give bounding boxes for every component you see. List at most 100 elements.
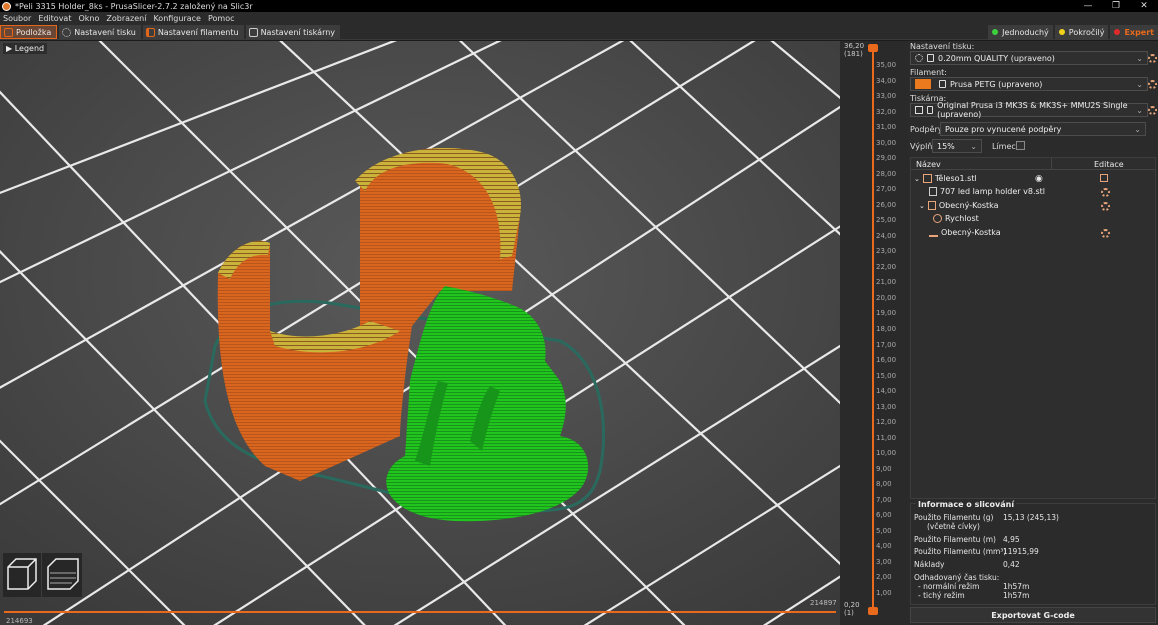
menu-window[interactable]: Okno <box>78 14 99 23</box>
layer-slider-track[interactable] <box>872 49 874 613</box>
object-list: Název Editace ⌄ Těleso1.stl ◉ 707 led la… <box>910 157 1156 499</box>
preview-viewport[interactable]: ▶ Legend <box>0 41 840 625</box>
chevron-down-icon: ⌄ <box>1136 105 1143 115</box>
print-settings-combo[interactable]: 0.20mm QUALITY (upraveno) ⌄ <box>910 51 1148 65</box>
brim-checkbox[interactable] <box>1016 141 1025 150</box>
layer-tick-label: 14,00 <box>876 387 897 396</box>
layer-tick-label: 28,00 <box>876 169 897 178</box>
layer-tick-label: 21,00 <box>876 278 897 287</box>
object-row-part[interactable]: 707 led lamp holder v8.stl <box>929 187 1045 196</box>
layer-slider[interactable]: 36,20 (181) 0,20 (1) 35,00 34,00 33,00 32,0… <box>840 41 908 625</box>
legend-toggle[interactable]: ▶ Legend <box>3 43 48 54</box>
menu-bar: Soubor Editovat Okno Zobrazení Konfigura… <box>0 12 1158 25</box>
printer-combo[interactable]: Original Prusa i3 MK3S & MK3S+ MMU2S Sin… <box>910 101 1148 119</box>
object-label: Těleso1.stl <box>934 174 977 183</box>
layer-tick-label: 9,00 <box>876 464 892 473</box>
modifier-2-label: Obecný-Kostka <box>941 228 1001 237</box>
supports-combo[interactable]: Pouze pro vynucené podpěry ⌄ <box>940 122 1146 136</box>
maximize-button[interactable]: ❐ <box>1102 0 1130 12</box>
menu-configuration[interactable]: Konfigurace <box>153 14 201 23</box>
header-name[interactable]: Název <box>916 160 941 169</box>
layer-slider-top-thumb[interactable] <box>868 44 878 52</box>
tab-printer-settings[interactable]: Nastavení tiskárny <box>245 25 341 39</box>
object-row-modifier-2[interactable]: Obecný-Kostka <box>929 228 1001 237</box>
close-button[interactable]: ✕ <box>1130 0 1158 12</box>
header-divider <box>1051 158 1052 170</box>
eye-icon[interactable]: ◉ <box>1035 174 1043 184</box>
mode-expert-label: Expert <box>1124 27 1154 37</box>
layer-tick-label: 3,00 <box>876 557 892 566</box>
layer-tick-label: 22,00 <box>876 262 897 271</box>
layer-tick-label: 5,00 <box>876 526 892 535</box>
layer-tick-label: 17,00 <box>876 340 897 349</box>
layer-tick-label: 24,00 <box>876 231 897 240</box>
object-row-modifier[interactable]: ⌄ Obecný-Kostka <box>919 201 999 210</box>
lock-icon <box>939 80 946 88</box>
menu-help[interactable]: Pomoc <box>208 14 235 23</box>
collapse-arrow-icon[interactable]: ⌄ <box>919 202 925 210</box>
layer-tick-label: 34,00 <box>876 76 897 85</box>
layer-tick-label: 30,00 <box>876 138 897 147</box>
gcode-move-slider[interactable]: 214897 214693 <box>0 598 840 625</box>
layer-slider-bottom-thumb[interactable] <box>868 607 878 615</box>
part-settings-gear-icon[interactable] <box>1101 188 1110 197</box>
menu-file[interactable]: Soubor <box>3 14 31 23</box>
export-gcode-label: Exportovat G-code <box>991 610 1075 620</box>
h-slider-right-value: 214897 <box>810 599 837 607</box>
layer-tick-label: 16,00 <box>876 356 897 365</box>
layer-tick-label: 7,00 <box>876 495 892 504</box>
chevron-down-icon: ⌄ <box>970 141 977 151</box>
mode-simple-dot-icon <box>992 29 999 35</box>
chevron-down-icon: ⌄ <box>1134 124 1141 134</box>
normal-mode-label: - normální režim <box>918 582 980 591</box>
slice-info-panel: Informace o slicování Použito Filamentu … <box>910 500 1156 605</box>
layer-slider-bottom-layer: (1) <box>844 609 854 617</box>
right-sidebar: Nastavení tisku: 0.20mm QUALITY (upraven… <box>908 41 1158 625</box>
h-slider-left-value: 214693 <box>6 617 33 625</box>
mode-expert-button[interactable]: Expert <box>1110 24 1158 40</box>
filament-g-label: Použito Filamentu (g) <box>914 513 994 522</box>
object-row-root[interactable]: ⌄ Těleso1.stl <box>914 174 977 183</box>
filament-edit-gear-icon[interactable] <box>1148 80 1157 89</box>
horizontal-slider-track[interactable] <box>4 611 836 613</box>
filament-color-swatch[interactable] <box>915 79 931 89</box>
layer-tick-label: 35,00 <box>876 61 897 69</box>
export-gcode-button[interactable]: Exportovat G-code <box>910 607 1156 623</box>
mode-simple-button[interactable]: Jednoduchý <box>988 24 1053 40</box>
lock-icon <box>927 54 934 62</box>
preview-canvas[interactable] <box>0 41 840 625</box>
view-cube-icon[interactable] <box>3 553 41 597</box>
tab-plater[interactable]: Podložka <box>0 25 58 39</box>
object-row-speed[interactable]: Rychlost <box>933 214 979 223</box>
layer-tick-label: 15,00 <box>876 371 897 380</box>
modifier-settings-gear-icon[interactable] <box>1101 202 1110 211</box>
mode-advanced-button[interactable]: Pokročilý <box>1054 24 1109 40</box>
layer-tick-label: 6,00 <box>876 511 892 520</box>
layer-tick-label: 13,00 <box>876 402 897 411</box>
chevron-down-icon: ⌄ <box>1136 53 1143 63</box>
collapse-arrow-icon[interactable]: ⌄ <box>914 175 920 183</box>
menu-edit[interactable]: Editovat <box>38 14 71 23</box>
minimize-button[interactable]: — <box>1074 0 1102 12</box>
filament-mm3-value: 11915,99 <box>1003 547 1039 556</box>
tab-print-settings[interactable]: Nastavení tisku <box>59 25 141 39</box>
filament-m-value: 4,95 <box>1003 535 1020 544</box>
layer-tick-label: 4,00 <box>876 542 892 551</box>
modifier-2-settings-gear-icon[interactable] <box>1101 229 1110 238</box>
edit-object-icon[interactable] <box>1100 174 1108 182</box>
tab-filament-settings[interactable]: Nastavení filamentu <box>142 25 244 39</box>
header-edit[interactable]: Editace <box>1094 160 1124 169</box>
modifier-label: Obecný-Kostka <box>938 201 999 210</box>
filament-combo[interactable]: Prusa PETG (upraveno) ⌄ <box>910 77 1148 91</box>
layer-tick-label: 2,00 <box>876 573 892 582</box>
layers-view-icon[interactable] <box>42 553 82 597</box>
infill-combo[interactable]: 15% ⌄ <box>932 139 982 153</box>
cost-label: Náklady <box>914 560 945 569</box>
mode-advanced-label: Pokročilý <box>1068 27 1105 37</box>
print-settings-edit-gear-icon[interactable] <box>1148 54 1157 63</box>
menu-view[interactable]: Zobrazení <box>106 14 146 23</box>
prusaslicer-logo-icon <box>2 1 11 11</box>
mode-expert-dot-icon <box>1114 29 1121 35</box>
printer-edit-gear-icon[interactable] <box>1148 106 1157 115</box>
object-list-header: Název Editace <box>911 158 1155 170</box>
